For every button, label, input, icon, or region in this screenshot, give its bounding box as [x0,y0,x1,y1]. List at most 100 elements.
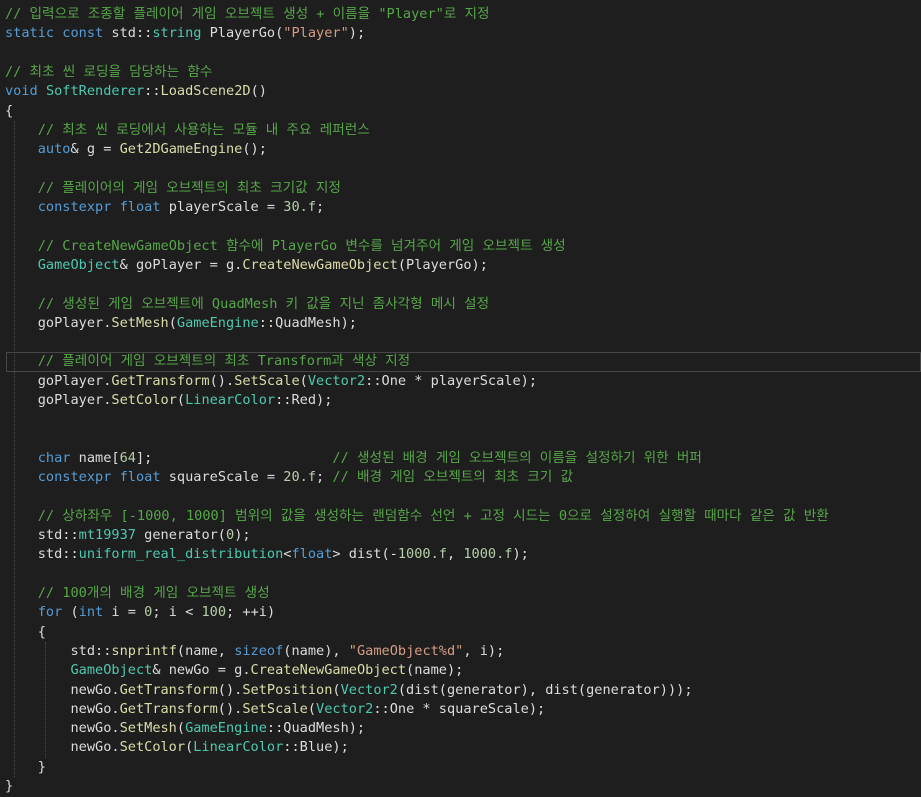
code-token: newGo. [5,739,120,756]
code-line[interactable]: constexpr float playerScale = 30.f; [0,198,921,217]
code-line[interactable] [0,333,921,352]
code-token: (name), [283,642,349,659]
code-line[interactable]: // 상하좌우 [-1000, 1000] 범위의 값을 생성하는 랜덤함수 선… [0,507,921,526]
code-line[interactable]: newGo.SetMesh(GameEngine::QuadMesh); [0,719,921,738]
code-line[interactable]: std::mt19937 generator(0); [0,526,921,545]
code-token: ); [234,527,251,544]
code-token: mt19937 [78,527,136,544]
code-line-text: auto& g = Get2DGameEngine(); [5,140,267,159]
code-editor[interactable]: // 입력으로 조종할 플레이어 게임 오브젝트 생성 + 이름을 "Playe… [0,0,921,797]
code-line[interactable] [0,159,921,178]
code-line[interactable]: // CreateNewGameObject 함수에 PlayerGo 변수를 … [0,237,921,256]
code-line[interactable]: constexpr float squareScale = 20.f; // 배… [0,468,921,487]
code-line[interactable]: GameObject& newGo = g.CreateNewGameObjec… [0,661,921,680]
code-token: { [5,102,14,119]
code-token: LoadScene2D [160,83,251,100]
code-token: SoftRenderer [45,83,145,100]
code-token: 30.f [283,199,317,215]
code-token: GetTransform [111,372,210,389]
code-line[interactable]: goPlayer.SetMesh(GameEngine::QuadMesh); [0,314,921,333]
code-token: LinearColor [185,392,276,408]
code-line[interactable]: for (int i = 0; i < 100; ++i) [0,603,921,622]
code-token: CreateNewGameObject [242,256,398,273]
code-line[interactable]: // 플레이어의 게임 오브젝트의 최초 크기값 지정 [0,179,921,198]
code-token: ::One * playerScale); [365,372,538,389]
code-line[interactable]: char name[64]; // 생성된 배경 게임 오브젝트의 이름을 설정… [0,449,921,468]
code-line-text: constexpr float squareScale = 20.f; // 배… [5,468,573,487]
code-line[interactable]: std::snprintf(name, sizeof(name), "GameO… [0,642,921,661]
code-token: char [37,449,71,466]
code-token: LinearColor [193,739,284,756]
code-line[interactable] [0,275,921,294]
code-token: goPlayer. [5,314,112,331]
current-code-line[interactable]: // 플레이어 게임 오브젝트의 최초 Transform과 색상 지정 [6,352,921,372]
code-token: ( [168,314,177,331]
code-line[interactable] [0,44,921,63]
code-token: // 생성된 게임 오브젝트에 QuadMesh 키 값을 지닌 좀사각형 메시… [37,295,490,312]
code-token: // 생성된 배경 게임 오브젝트의 이름을 설정하기 위한 버퍼 [332,449,702,466]
code-token: & newGo = g. [152,662,251,679]
code-line[interactable] [0,217,921,236]
code-token: ]; [135,449,333,466]
code-token: ::QuadMesh); [266,720,366,737]
code-token: 20.f [283,469,317,486]
code-token: "Player" [283,25,349,42]
code-token: ); [512,546,529,563]
code-line[interactable]: goPlayer.GetTransform().SetScale(Vector2… [0,372,921,391]
code-token: SetScale [234,372,300,389]
code-line[interactable]: goPlayer.SetColor(LinearColor::Red); [0,391,921,410]
code-line-text: goPlayer.SetMesh(GameEngine::QuadMesh); [5,314,357,333]
code-line[interactable]: { [0,623,921,642]
code-line[interactable]: // 100개의 배경 게임 오브젝트 생성 [0,584,921,603]
code-line[interactable]: std::uniform_real_distribution<float> di… [0,545,921,564]
code-line[interactable] [0,430,921,449]
code-line[interactable]: void SoftRenderer::LoadScene2D() [0,82,921,101]
code-token: SetScale [242,700,308,717]
code-token: & goPlayer = g. [119,256,243,273]
code-line-text: static const std::string PlayerGo("Playe… [5,24,365,43]
code-token: squareScale = [160,469,284,486]
code-line[interactable]: auto& g = Get2DGameEngine(); [0,140,921,159]
code-line[interactable]: // 최초 씬 로딩에서 사용하는 모듈 내 주요 레퍼런스 [0,121,921,140]
code-line[interactable]: newGo.GetTransform().SetPosition(Vector2… [0,681,921,700]
code-token: // 플레이어 게임 오브젝트의 최초 Transform과 색상 지정 [37,353,411,370]
code-line[interactable]: // 생성된 게임 오브젝트에 QuadMesh 키 값을 지닌 좀사각형 메시… [0,295,921,314]
code-token: Vector2 [307,372,366,389]
code-line[interactable]: // 최초 씬 로딩을 담당하는 함수 [0,63,921,82]
code-token: ::Blue); [283,739,349,756]
code-token: 1000.f [463,546,513,563]
code-line[interactable]: } [0,777,921,796]
code-token: CreateNewGameObject [250,662,407,679]
code-token: { [5,623,46,640]
code-line[interactable] [0,410,921,429]
code-line-text: newGo.GetTransform().SetPosition(Vector2… [5,681,692,700]
code-token: const [62,25,104,42]
code-token: ( [332,681,341,698]
code-line[interactable]: { [0,102,921,121]
code-token: SetColor [111,392,177,408]
code-token: (name, [176,642,235,659]
code-line-text: } [5,777,13,796]
code-token: ( [307,700,317,717]
code-line[interactable]: static const std::string PlayerGo("Playe… [0,24,921,43]
code-token: ::Red); [275,392,333,408]
code-token: ; ++i) [226,604,276,621]
code-token: ::One * squareScale); [373,700,546,717]
code-line-text: // 상하좌우 [-1000, 1000] 범위의 값을 생성하는 랜덤함수 선… [5,507,829,526]
code-line[interactable]: newGo.SetColor(LinearColor::Blue); [0,738,921,757]
code-line[interactable]: newGo.GetTransform().SetScale(Vector2::O… [0,700,921,719]
code-line-text: // 플레이어 게임 오브젝트의 최초 Transform과 색상 지정 [7,353,411,370]
code-line[interactable]: } [0,758,921,777]
code-token: newGo. [5,720,120,737]
code-line-text: // 100개의 배경 게임 오브젝트 생성 [5,584,270,603]
code-line[interactable]: GameObject& goPlayer = g.CreateNewGameOb… [0,256,921,275]
code-line[interactable]: // 입력으로 조종할 플레이어 게임 오브젝트 생성 + 이름을 "Playe… [0,5,921,24]
code-line[interactable] [0,488,921,507]
code-token: GetTransform [119,681,218,698]
indent-guide [45,641,46,758]
code-line[interactable] [0,565,921,584]
